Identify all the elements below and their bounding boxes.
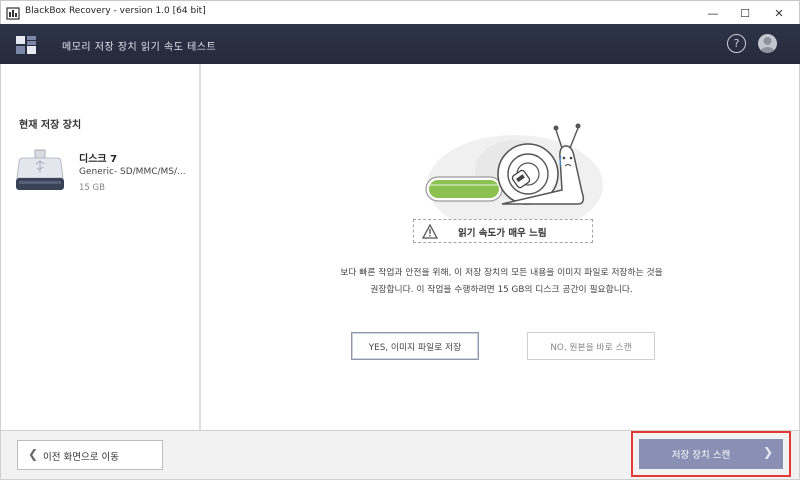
scan-device-button[interactable]: 저장 장치 스캔 ❯ (639, 439, 783, 469)
app-header: 메모리 저장 장치 읽기 속도 테스트 ? (0, 24, 800, 64)
footer-bar: ❮ 이전 화면으로 이동 저장 장치 스캔 ❯ (0, 430, 800, 480)
save-image-button[interactable]: YES, 이미지 파일로 저장 (351, 332, 479, 360)
minimize-icon: — (707, 6, 719, 20)
back-button-label: 이전 화면으로 이동 (43, 452, 119, 463)
minimize-button[interactable]: — (696, 1, 730, 25)
chevron-right-icon: ❯ (763, 445, 774, 459)
window-title: BlackBox Recovery - version 1.0 [64 bit] (25, 6, 206, 16)
scan-button-label: 저장 장치 스캔 (671, 450, 731, 461)
warning-box: 읽기 속도가 매우 느림 (413, 219, 593, 243)
warning-icon (422, 224, 438, 239)
main-panel: 읽기 속도가 매우 느림 보다 빠른 작업과 안전을 위해, 이 저장 장치의 … (203, 64, 800, 430)
window-titlebar: BlackBox Recovery - version 1.0 [64 bit]… (0, 0, 800, 24)
avatar[interactable] (758, 34, 777, 53)
sidebar-heading: 현재 저장 장치 (19, 120, 82, 131)
close-icon: ✕ (774, 6, 784, 20)
chevron-left-icon: ❮ (28, 447, 39, 461)
logo-icon (16, 36, 36, 54)
maximize-icon: ☐ (740, 6, 750, 20)
back-button[interactable]: ❮ 이전 화면으로 이동 (17, 440, 163, 470)
usb-drive-icon (16, 149, 64, 190)
maximize-button[interactable]: ☐ (728, 1, 762, 25)
sidebar: 현재 저장 장치 디스크 7 Generic- SD/MMC/MS/... 15… (0, 64, 201, 430)
progress-fill (429, 180, 499, 198)
device-size: 15 GB (79, 183, 105, 193)
description-line-1: 보다 빠른 작업과 안전을 위해, 이 저장 장치의 모든 내용을 이미지 파일… (340, 268, 663, 278)
page-title: 메모리 저장 장치 읽기 속도 테스트 (62, 42, 217, 53)
device-model: Generic- SD/MMC/MS/... (79, 167, 186, 177)
close-button[interactable]: ✕ (762, 1, 796, 25)
device-name: 디스크 7 (79, 154, 118, 165)
help-icon: ? (733, 37, 740, 50)
warning-text: 읽기 속도가 매우 느림 (458, 228, 547, 239)
app-icon (6, 7, 20, 20)
description-line-2: 권장합니다. 이 작업을 수행하려면 15 GB의 디스크 공간이 필요합니다. (370, 285, 633, 295)
avatar-icon (760, 37, 775, 53)
help-button[interactable]: ? (727, 34, 746, 53)
scan-original-button[interactable]: NO, 원본을 바로 스캔 (527, 332, 655, 360)
